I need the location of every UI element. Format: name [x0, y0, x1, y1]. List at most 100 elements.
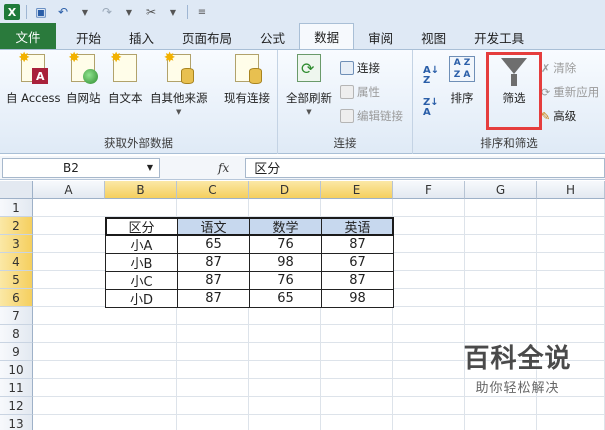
row-header[interactable]: 13	[0, 415, 33, 430]
customize-toolbar-icon[interactable]: ≡	[194, 4, 210, 20]
table-header-cell[interactable]: 英语	[321, 217, 394, 236]
tab-view[interactable]: 视图	[407, 25, 460, 49]
column-header[interactable]: H	[537, 181, 605, 199]
sort-descending-icon: Z↓ A	[423, 97, 439, 118]
table-header-cell[interactable]: 区分	[105, 217, 178, 236]
reapply-button[interactable]: ⟳ 重新应用	[541, 84, 599, 100]
tab-formulas[interactable]: 公式	[246, 25, 299, 49]
advanced-label: 高级	[553, 109, 577, 123]
column-header[interactable]: C	[177, 181, 249, 199]
column-header[interactable]: F	[393, 181, 465, 199]
row-header[interactable]: 3	[0, 235, 33, 253]
tab-insert[interactable]: 插入	[115, 25, 168, 49]
from-access-label: 自 Access	[6, 91, 61, 105]
tab-page-layout[interactable]: 页面布局	[168, 25, 246, 49]
row-header[interactable]: 4	[0, 253, 33, 271]
column-header[interactable]: B	[105, 181, 177, 199]
row-header[interactable]: 9	[0, 343, 33, 361]
row-header[interactable]: 10	[0, 361, 33, 379]
table-header-cell[interactable]: 语文	[177, 217, 250, 236]
row-header[interactable]: 2	[0, 217, 33, 235]
redo-icon[interactable]: ↷	[99, 4, 115, 20]
properties-icon	[340, 85, 354, 99]
table-header-cell[interactable]: 数学	[249, 217, 322, 236]
column-header[interactable]: G	[465, 181, 537, 199]
column-header[interactable]: A	[33, 181, 105, 199]
table-cell[interactable]: 小C	[105, 271, 178, 290]
table-cell[interactable]: 98	[249, 253, 322, 272]
table-cell[interactable]: 76	[249, 271, 322, 290]
edit-links-label: 编辑链接	[357, 109, 403, 123]
sort-descending-button[interactable]: Z↓ A	[423, 98, 439, 118]
ribbon-tabs: 文件 开始 插入 页面布局 公式 数据 审阅 视图 开发工具	[0, 23, 605, 50]
existing-connections-button[interactable]: 现有连接	[224, 54, 270, 106]
from-web-label: 自网站	[66, 91, 101, 105]
table-cell[interactable]: 76	[249, 235, 322, 254]
table-cell[interactable]: 小D	[105, 289, 178, 308]
row-header[interactable]: 6	[0, 289, 33, 307]
sort-button[interactable]: A ZZ A 排序	[447, 54, 477, 106]
column-header[interactable]: D	[249, 181, 321, 199]
group-label: 连接	[333, 136, 357, 150]
sort-ascending-icon: A↓ Z	[423, 65, 440, 86]
chevron-down-icon[interactable]: ▼	[165, 4, 181, 20]
tab-developer[interactable]: 开发工具	[460, 25, 538, 49]
table-cell[interactable]: 小A	[105, 235, 178, 254]
table-cell[interactable]: 67	[321, 253, 394, 272]
table-cell[interactable]: 87	[177, 271, 250, 290]
connections-label: 连接	[357, 61, 380, 75]
name-box[interactable]: B2 ▼	[2, 157, 160, 178]
web-icon: ✸	[68, 50, 99, 84]
advanced-button[interactable]: ✎ 高级	[541, 108, 576, 124]
formula-input[interactable]: 区分	[245, 157, 605, 178]
table-cell[interactable]: 87	[321, 271, 394, 290]
table-cell[interactable]: 87	[177, 253, 250, 272]
refresh-all-button[interactable]: ⟳ 全部刷新 ▼	[286, 54, 332, 116]
chevron-down-icon[interactable]: ▼	[147, 163, 153, 172]
edit-links-button[interactable]: 编辑链接	[340, 108, 403, 124]
existing-connections-icon	[232, 54, 262, 84]
chevron-down-icon[interactable]: ▼	[121, 4, 137, 20]
clear-icon: ✗	[541, 61, 551, 75]
table-cell[interactable]: 65	[249, 289, 322, 308]
undo-icon[interactable]: ↶	[55, 4, 71, 20]
connections-group: ⟳ 全部刷新 ▼ 连接 属性 编辑链接 连接	[278, 50, 413, 154]
access-icon: ✸ A	[18, 50, 49, 84]
tab-review[interactable]: 审阅	[354, 25, 407, 49]
from-access-button[interactable]: ✸ A 自 Access	[6, 50, 61, 106]
clear-button[interactable]: ✗ 清除	[541, 60, 576, 76]
refresh-icon: ⟳	[294, 54, 324, 84]
select-all-corner[interactable]	[0, 181, 33, 199]
row-header[interactable]: 7	[0, 307, 33, 325]
save-icon[interactable]: ▣	[33, 4, 49, 20]
chevron-down-icon[interactable]: ▼	[77, 4, 93, 20]
from-web-button[interactable]: ✸ 自网站	[66, 50, 101, 106]
table-cell[interactable]: 87	[321, 235, 394, 254]
grid-line	[33, 414, 605, 415]
connections-button[interactable]: 连接	[340, 60, 380, 76]
tab-file[interactable]: 文件	[0, 23, 56, 49]
sort-ascending-button[interactable]: A↓ Z	[423, 66, 439, 86]
table-cell[interactable]: 87	[177, 289, 250, 308]
from-other-sources-button[interactable]: ✸ 自其他来源 ▼	[150, 50, 208, 116]
row-header[interactable]: 5	[0, 271, 33, 289]
table-cell[interactable]: 65	[177, 235, 250, 254]
properties-button[interactable]: 属性	[340, 84, 380, 100]
reapply-label: 重新应用	[553, 85, 600, 99]
table-cell[interactable]: 小B	[105, 253, 178, 272]
row-header[interactable]: 12	[0, 397, 33, 415]
quick-access-toolbar: X ▣ ↶ ▼ ↷ ▼ ✂ ▼ ≡	[0, 0, 605, 24]
row-header[interactable]: 11	[0, 379, 33, 397]
reapply-icon: ⟳	[541, 85, 551, 99]
tab-home[interactable]: 开始	[62, 25, 115, 49]
row-header[interactable]: 8	[0, 325, 33, 343]
table-cell[interactable]: 98	[321, 289, 394, 308]
tools-icon[interactable]: ✂	[143, 4, 159, 20]
column-header[interactable]: E	[321, 181, 393, 199]
from-text-button[interactable]: ✸ 自文本	[108, 50, 143, 106]
formula-fx-icon[interactable]: fx	[218, 161, 229, 175]
row-header[interactable]: 1	[0, 199, 33, 217]
divider	[26, 5, 27, 19]
group-label: 获取外部数据	[104, 136, 173, 150]
tab-data[interactable]: 数据	[299, 23, 355, 49]
